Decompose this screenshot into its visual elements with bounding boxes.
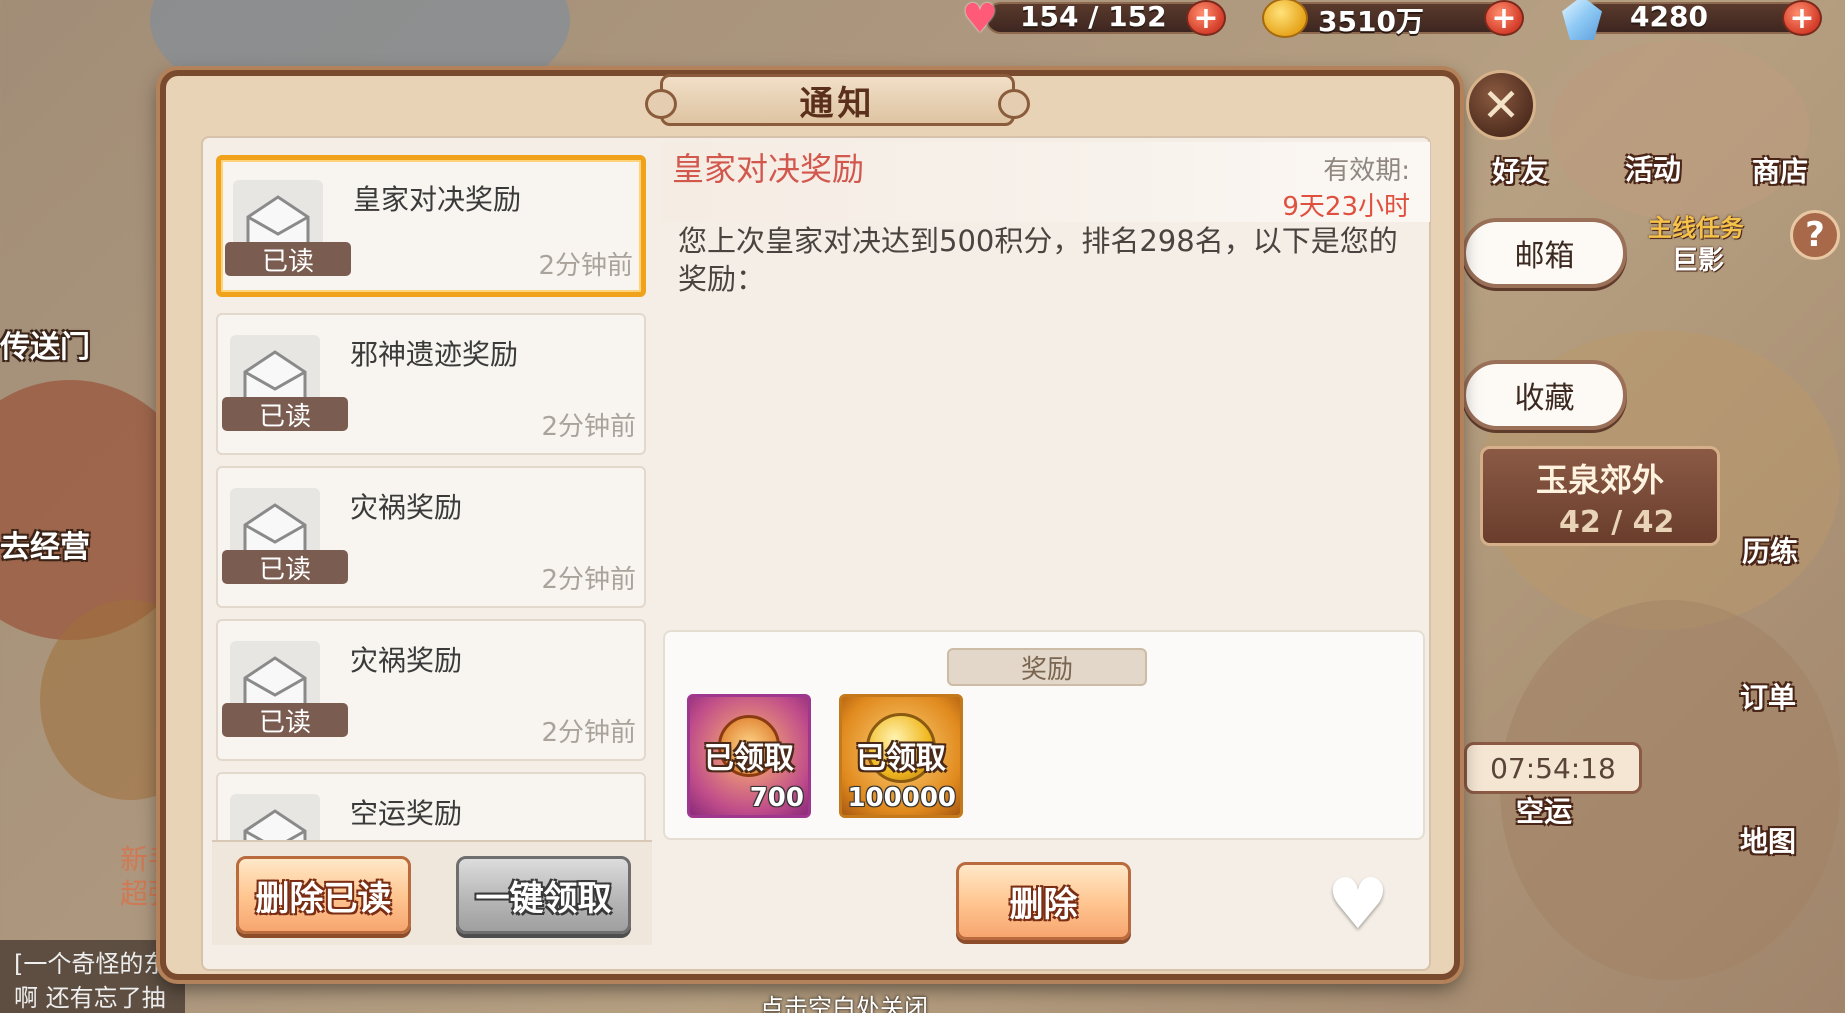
mailbox-button[interactable]: 邮箱 bbox=[1462, 218, 1627, 288]
mail-title: 皇家对决奖励 bbox=[353, 183, 522, 216]
favorites-button[interactable]: 收藏 bbox=[1462, 360, 1627, 430]
gem-value: 4280 bbox=[1630, 0, 1708, 33]
expiry-value: 9天23小时 bbox=[1282, 192, 1410, 222]
close-dialog-button[interactable]: ✕ bbox=[1466, 70, 1536, 140]
chat-box[interactable]: [一个奇怪的东 啊 还有忘了抽 bbox=[0, 940, 185, 1013]
airlift-button[interactable]: 空运 bbox=[1516, 790, 1572, 830]
mail-time: 2分钟前 bbox=[541, 565, 636, 595]
delete-read-button[interactable]: 删除已读 bbox=[236, 856, 411, 934]
read-badge: 已读 bbox=[222, 397, 348, 432]
mail-item[interactable]: 已读 皇家对决奖励 2分钟前 bbox=[216, 155, 646, 297]
dialog-title: 通知 bbox=[799, 83, 876, 124]
detail-title: 皇家对决奖励 bbox=[672, 150, 865, 188]
read-badge: 已读 bbox=[225, 242, 351, 277]
stamina-value: 154 / 152 bbox=[1020, 0, 1167, 33]
chat-line-1: [一个奇怪的东 bbox=[14, 950, 168, 978]
activity-button[interactable]: 活动 bbox=[1625, 148, 1681, 188]
mail-list-footer: 删除已读 一键领取 bbox=[212, 840, 652, 945]
mail-time: 2分钟前 bbox=[541, 412, 636, 442]
mail-list[interactable]: 已读 皇家对决奖励 2分钟前 已读 邪神遗迹奖励 2分钟前 已读 灾祸奖励 2分… bbox=[212, 155, 650, 840]
main-quest-name[interactable]: 巨影 bbox=[1672, 240, 1724, 277]
map-button[interactable]: 地图 bbox=[1740, 820, 1796, 860]
mail-time: 2分钟前 bbox=[541, 718, 636, 748]
location-panel[interactable]: 玉泉郊外 42 / 42 bbox=[1480, 446, 1720, 546]
expiry-label: 有效期: bbox=[1323, 156, 1410, 186]
add-stamina-button[interactable]: + bbox=[1186, 0, 1226, 36]
close-icon: ✕ bbox=[1481, 78, 1521, 132]
delete-button[interactable]: 删除 bbox=[956, 862, 1131, 940]
heart-icon: ♥ bbox=[1326, 863, 1390, 945]
mail-title: 空运奖励 bbox=[350, 797, 463, 830]
heart-icon: ♥ bbox=[962, 0, 998, 42]
reward-item[interactable]: 已领取 100000 bbox=[839, 694, 963, 818]
mail-item[interactable]: 已读 灾祸奖励 2分钟前 bbox=[216, 619, 646, 761]
close-hint[interactable]: 点击空白处关闭 bbox=[760, 988, 928, 1013]
friends-button[interactable]: 好友 bbox=[1492, 150, 1548, 190]
reward-item[interactable]: 已领取 700 bbox=[687, 694, 811, 818]
detail-body: 您上次皇家对决达到500积分，排名298名，以下是您的奖励： bbox=[678, 224, 1398, 296]
portal-label[interactable]: 传送门 bbox=[0, 322, 90, 366]
reward-qty: 100000 bbox=[847, 783, 956, 813]
reward-header: 奖励 bbox=[947, 648, 1147, 686]
manage-label[interactable]: 去经营 bbox=[0, 522, 90, 566]
claim-all-button[interactable]: 一键领取 bbox=[456, 856, 631, 934]
gold-value: 3510万 bbox=[1318, 5, 1424, 38]
location-progress: 42 / 42 bbox=[1559, 505, 1675, 540]
airlift-timer: 07:54:18 bbox=[1464, 742, 1642, 794]
add-gem-button[interactable]: + bbox=[1782, 0, 1822, 36]
mail-time: 2分钟前 bbox=[538, 251, 633, 281]
mail-title: 邪神遗迹奖励 bbox=[350, 338, 519, 371]
reward-qty: 700 bbox=[749, 783, 804, 813]
mail-title: 灾祸奖励 bbox=[350, 491, 463, 524]
favorite-heart-button[interactable]: ♥ bbox=[1322, 869, 1394, 939]
mail-item[interactable]: 已读 邪神遗迹奖励 2分钟前 bbox=[216, 313, 646, 455]
mail-title: 灾祸奖励 bbox=[350, 644, 463, 677]
mail-item[interactable]: 空运奖励 bbox=[216, 772, 646, 840]
read-badge: 已读 bbox=[222, 550, 348, 585]
main-quest-title[interactable]: 主线任务 bbox=[1648, 208, 1744, 243]
training-button[interactable]: 历练 bbox=[1742, 530, 1798, 570]
chat-line-2: 啊 还有忘了抽 bbox=[14, 984, 166, 1012]
orders-button[interactable]: 订单 bbox=[1740, 676, 1796, 716]
add-gold-button[interactable]: + bbox=[1484, 0, 1524, 36]
help-button[interactable]: ? bbox=[1790, 210, 1840, 260]
mail-item[interactable]: 已读 灾祸奖励 2分钟前 bbox=[216, 466, 646, 608]
read-badge: 已读 bbox=[222, 703, 348, 738]
claimed-label: 已领取 bbox=[856, 741, 946, 776]
location-name: 玉泉郊外 bbox=[1535, 461, 1664, 499]
shop-button[interactable]: 商店 bbox=[1752, 150, 1808, 190]
reward-box: 奖励 已领取 700 已领取 100000 bbox=[663, 630, 1425, 840]
envelope-icon bbox=[230, 794, 320, 840]
claimed-label: 已领取 bbox=[704, 741, 794, 776]
dialog-title-plate: 通知 bbox=[645, 74, 1030, 126]
